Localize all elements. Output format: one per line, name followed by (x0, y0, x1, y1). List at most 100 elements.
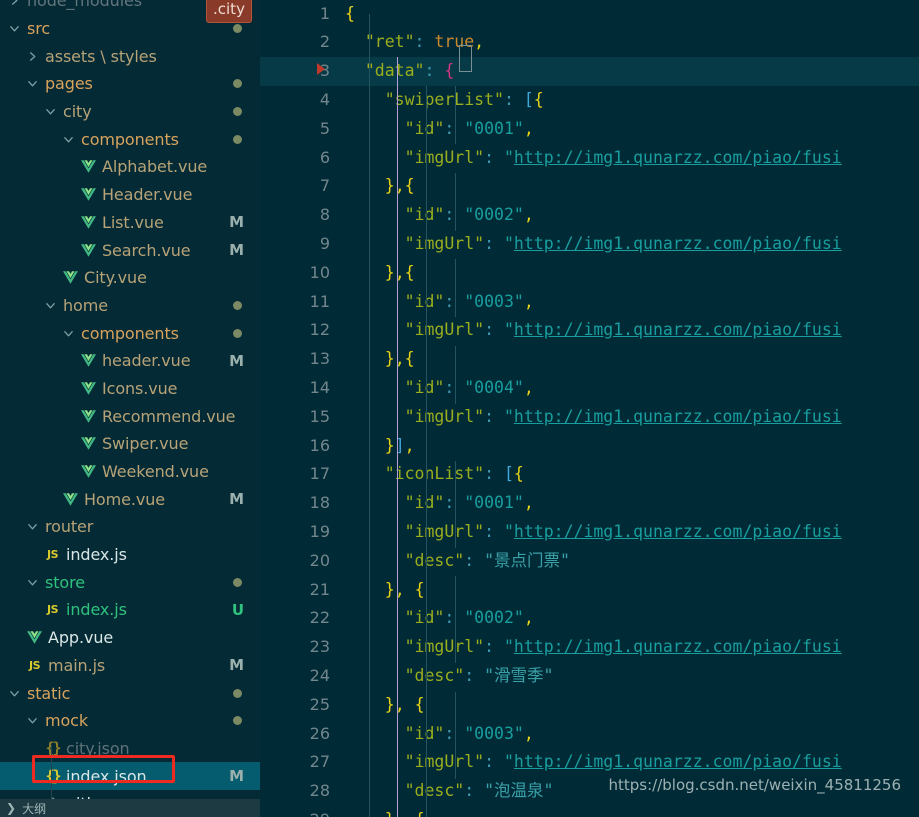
code-line[interactable]: 18 "id": "0001", (260, 489, 919, 518)
code-line[interactable]: 27 "imgUrl": "http://img1.qunarzz.com/pi… (260, 748, 919, 777)
code-line[interactable]: 21 }, { (260, 576, 919, 605)
chevron-down-icon[interactable] (24, 78, 41, 89)
tree-item-home-vue[interactable]: Home.vue M (0, 485, 260, 513)
chevron-down-icon[interactable] (42, 106, 59, 117)
code-token: "imgUrl" (404, 521, 485, 541)
url-link[interactable]: http://img1.qunarzz.com/piao/fusi (514, 407, 842, 426)
code-token: " (503, 752, 514, 772)
tree-item-main-js[interactable]: JS main.js M (0, 652, 260, 680)
chevron-down-icon[interactable] (24, 521, 41, 532)
code-line[interactable]: 29 }, { (260, 806, 919, 817)
tree-item-city[interactable]: city (0, 98, 260, 126)
chevron-down-icon[interactable] (24, 577, 41, 588)
tree-item-city-vue[interactable]: City.vue (0, 264, 260, 292)
tree-item-mock[interactable]: mock (0, 707, 260, 735)
chevron-down-icon[interactable] (60, 328, 77, 339)
url-link[interactable]: http://img1.qunarzz.com/piao/fusi (514, 320, 842, 339)
line-number: 23 (309, 637, 330, 657)
code-line[interactable]: 16 }], (260, 432, 919, 461)
tree-item-header-vue[interactable]: Header.vue (0, 181, 260, 209)
code-line[interactable]: 11 "id": "0003", (260, 288, 919, 317)
tree-item-alphabet-vue[interactable]: Alphabet.vue (0, 153, 260, 181)
tree-item-label: List.vue (102, 212, 164, 232)
tree-item-label: Home.vue (84, 489, 165, 509)
city-tab-chip[interactable]: .city (206, 0, 252, 23)
code-line[interactable]: 5 "id": "0001", (260, 115, 919, 144)
code-line[interactable]: 23 "imgUrl": "http://img1.qunarzz.com/pi… (260, 633, 919, 662)
tree-item-weekend-vue[interactable]: Weekend.vue (0, 458, 260, 486)
code-line-text: "iconList": [{ (345, 460, 524, 489)
tree-item-city-json[interactable]: {} city.json (0, 735, 260, 763)
code-line[interactable]: 12 "imgUrl": "http://img1.qunarzz.com/pi… (260, 316, 919, 345)
url-link[interactable]: http://img1.qunarzz.com/piao/fusi (514, 752, 842, 771)
code-line[interactable]: 17 "iconList": [{ (260, 460, 919, 489)
chevron-down-icon[interactable] (6, 23, 23, 34)
tree-item-store[interactable]: store (0, 568, 260, 596)
tree-item-components[interactable]: components (0, 319, 260, 347)
code-line[interactable]: 7 },{ (260, 172, 919, 201)
chevron-down-icon[interactable] (42, 300, 59, 311)
tree-item-index-js[interactable]: JS index.js (0, 541, 260, 569)
fold-region-marker-icon[interactable] (317, 63, 325, 75)
url-link[interactable]: http://img1.qunarzz.com/piao/fusi (514, 234, 842, 253)
url-link[interactable]: http://img1.qunarzz.com/piao/fusi (514, 522, 842, 541)
tree-item-icons-vue[interactable]: Icons.vue (0, 375, 260, 403)
code-line[interactable]: 13 },{ (260, 345, 919, 374)
code-line[interactable]: 9 "imgUrl": "http://img1.qunarzz.com/pia… (260, 230, 919, 259)
code-line[interactable]: 10 },{ (260, 259, 919, 288)
code-line[interactable]: 22 "id": "0002", (260, 604, 919, 633)
code-line[interactable]: 6 "imgUrl": "http://img1.qunarzz.com/pia… (260, 144, 919, 173)
code-line[interactable]: 19 "imgUrl": "http://img1.qunarzz.com/pi… (260, 518, 919, 547)
chevron-right-icon[interactable] (6, 0, 23, 6)
tree-item-list-vue[interactable]: List.vue M (0, 209, 260, 237)
tree-item-app-vue[interactable]: App.vue (0, 624, 260, 652)
tree-item-swiper-vue[interactable]: Swiper.vue (0, 430, 260, 458)
line-number: 12 (309, 320, 330, 340)
chevron-down-icon[interactable] (24, 715, 41, 726)
code-line-text: "id": "0004", (345, 374, 534, 403)
code-line[interactable]: 24 "desc": "滑雪季" (260, 662, 919, 691)
code-token: : (414, 32, 425, 52)
code-line[interactable]: 14 "id": "0004", (260, 374, 919, 403)
code-line[interactable]: 26 "id": "0003", (260, 720, 919, 749)
code-line-text: "id": "0003", (345, 288, 534, 317)
outline-chevron-icon[interactable]: ❯ (0, 801, 16, 815)
code-line[interactable]: 1{ (260, 0, 919, 28)
tree-item-recommend-vue[interactable]: Recommend.vue (0, 402, 260, 430)
code-line-text: "id": "0001", (345, 489, 534, 518)
tree-item-index-json[interactable]: {} index.json M (0, 762, 260, 790)
code-line[interactable]: 4 "swiperList": [{ (260, 86, 919, 115)
code-line[interactable]: 3 "data": { (260, 57, 919, 86)
code-line-text: "id": "0003", (345, 720, 534, 749)
code-line[interactable]: 25 }, { (260, 691, 919, 720)
tree-item-search-vue[interactable]: Search.vue M (0, 236, 260, 264)
tree-item-home[interactable]: home (0, 292, 260, 320)
url-link[interactable]: http://img1.qunarzz.com/piao/fusi (514, 148, 842, 167)
tree-item-pages[interactable]: pages (0, 70, 260, 98)
chevron-down-icon[interactable] (60, 134, 77, 145)
tree-item-label: router (45, 517, 94, 537)
folder-status-dot-icon (233, 107, 242, 117)
code-editor[interactable]: 1{2 "ret": true, 3 "data": {4 "swiperList… (260, 0, 919, 817)
code-line[interactable]: 15 "imgUrl": "http://img1.qunarzz.com/pi… (260, 403, 919, 432)
chevron-right-icon[interactable] (24, 51, 41, 62)
tree-item-assets-styles[interactable]: assets \ styles (0, 42, 260, 70)
code-line[interactable]: 2 "ret": true, (260, 28, 919, 57)
tree-item-label: city.json (66, 738, 130, 758)
tree-item-static[interactable]: static (0, 679, 260, 707)
chevron-down-icon[interactable] (6, 688, 23, 699)
code-line[interactable]: 20 "desc": "景点门票" (260, 547, 919, 576)
tree-item-header-vue[interactable]: header.vue M (0, 347, 260, 375)
tree-item-components[interactable]: components (0, 125, 260, 153)
vue-file-icon (78, 354, 99, 368)
active-indent-guide (397, 57, 398, 817)
tree-item-index-js[interactable]: JS index.js U (0, 596, 260, 624)
tree-item-label: city (63, 102, 92, 122)
tree-item-router[interactable]: router (0, 513, 260, 541)
url-link[interactable]: http://img1.qunarzz.com/piao/fusi (514, 637, 842, 656)
code-line[interactable]: 8 "id": "0002", (260, 201, 919, 230)
